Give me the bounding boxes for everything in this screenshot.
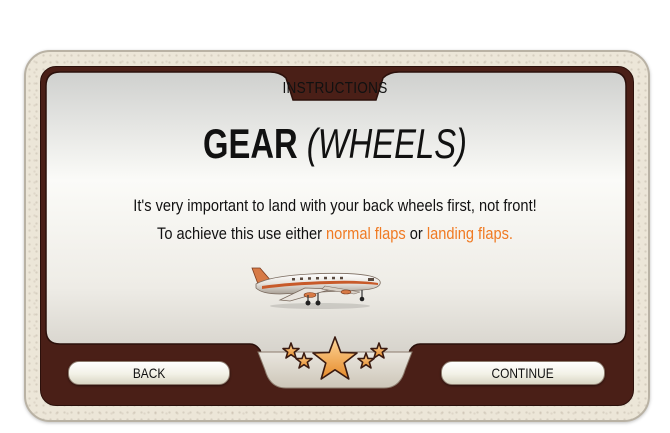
continue-button-label: CONTINUE — [491, 365, 555, 381]
back-button-label: BACK — [132, 365, 166, 381]
instruction-text-line-2: To achieve this use either normal flaps … — [47, 224, 623, 244]
heading-sub: (WHEELS) — [306, 120, 467, 167]
airplane-icon — [251, 267, 381, 309]
normal-flaps-highlight: normal flaps — [326, 224, 406, 243]
heading-main: GEAR — [203, 120, 298, 167]
instruction-heading: GEAR (WHEELS) — [74, 118, 597, 170]
line2-prefix: To achieve this use either — [157, 224, 327, 243]
continue-button[interactable]: CONTINUE — [441, 361, 605, 385]
dialog-title: INSTRUCTIONS — [282, 80, 388, 97]
landing-flaps-highlight: landing flaps. — [426, 224, 513, 243]
instruction-text-line-1: It's very important to land with your ba… — [133, 196, 537, 215]
back-button[interactable]: BACK — [68, 361, 230, 385]
line2-middle: or — [405, 224, 427, 243]
stars-rating-icon — [282, 336, 388, 380]
